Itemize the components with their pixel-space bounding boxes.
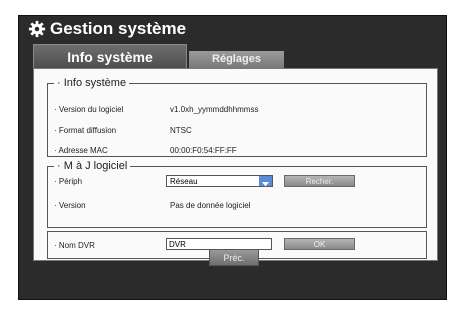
info-systeme-legend: · Info système	[57, 77, 127, 89]
device-select[interactable]: Réseau	[166, 175, 273, 187]
mac-address-label: · Adresse MAC	[54, 146, 108, 155]
broadcast-format-value: NTSC	[170, 126, 192, 135]
mac-address-value: 00:00:F0:54:FF:FF	[170, 146, 237, 155]
gear-icon	[28, 20, 46, 38]
tab-reglages[interactable]: Réglages	[189, 51, 284, 68]
software-update-legend: · M à J logiciel	[57, 160, 128, 172]
broadcast-format-label: · Format diffusion	[54, 126, 117, 135]
window-title: Gestion système	[50, 19, 187, 38]
dropdown-arrow-icon[interactable]	[259, 176, 272, 187]
info-systeme-group: · Info système · Version du logiciel v1.…	[47, 77, 427, 157]
device-select-value: Réseau	[170, 177, 198, 186]
version-label: · Version	[54, 201, 86, 210]
software-version-value: v1.0xh_yymmddhhmmss	[170, 105, 259, 114]
previous-button[interactable]: Préc.	[209, 249, 259, 266]
content-panel: · Info système · Version du logiciel v1.…	[33, 68, 438, 261]
title-bar: Gestion système	[19, 16, 446, 43]
software-version-label: · Version du logiciel	[54, 105, 124, 114]
device-label: · Périph	[54, 177, 83, 186]
dvr-name-label: · Nom DVR	[54, 241, 95, 250]
version-value: Pas de donnée logiciel	[170, 201, 251, 210]
ok-button[interactable]: OK	[284, 238, 355, 250]
tab-info-systeme[interactable]: Info système	[33, 44, 187, 68]
software-update-group: · M à J logiciel · Périph Réseau Recher.…	[47, 160, 427, 228]
search-button[interactable]: Recher.	[284, 175, 355, 187]
system-management-window: Gestion système Info système Réglages · …	[18, 15, 447, 300]
